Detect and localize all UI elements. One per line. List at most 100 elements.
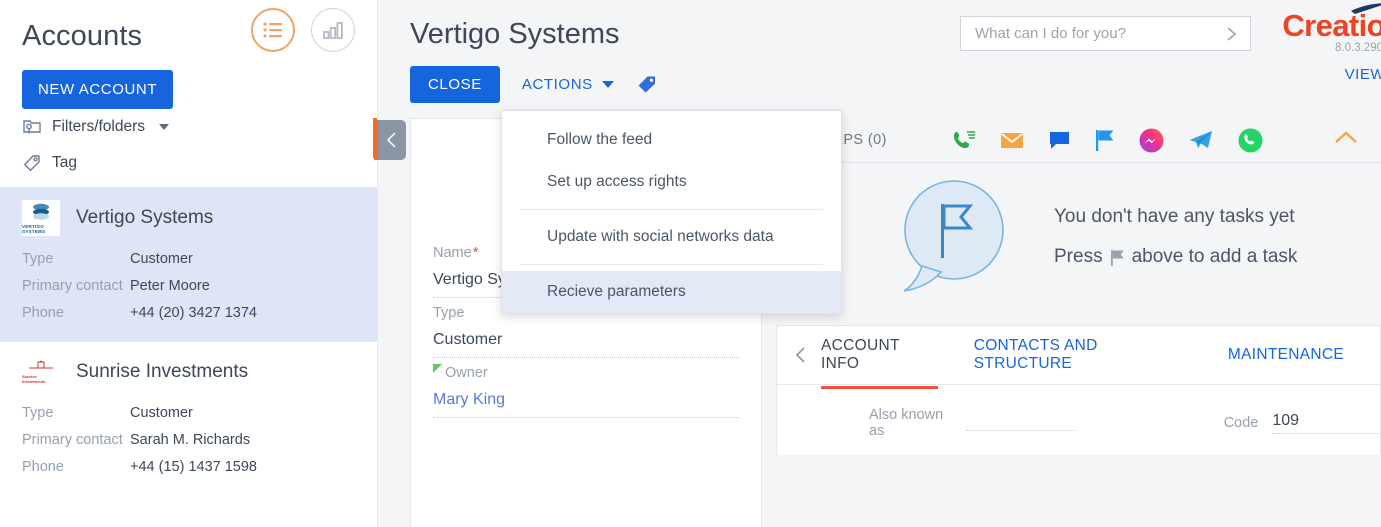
account-field-row: Phone +44 (20) 3427 1374: [22, 300, 355, 327]
accounts-sidebar: Accounts NEW ACCOUNT Filters/folders Tag…: [0, 0, 378, 527]
accounts-list: VERTIGO SYSTEMS Vertigo Systems Type Cus…: [0, 187, 377, 495]
list-view-toggle[interactable]: [251, 8, 295, 52]
brand-block: Creatio 8.0.3.290 VIEW: [1255, 3, 1381, 83]
form-field-owner: Owner Mary King: [433, 361, 739, 418]
field-value: Customer: [130, 405, 193, 421]
chevron-left-icon: [795, 347, 805, 363]
tag-icon: [24, 155, 40, 171]
menu-item-follow-the-feed[interactable]: Follow the feed: [502, 119, 841, 161]
account-name: Vertigo Systems: [76, 207, 214, 228]
empty-tasks-text: You don't have any tasks yet Press above…: [1054, 197, 1297, 277]
field-value: +44 (15) 1437 1598: [130, 459, 257, 475]
chevron-up-icon: [1335, 131, 1357, 143]
tag-record-button[interactable]: [636, 75, 657, 94]
tab-bar: ACCOUNT INFO CONTACTS AND STRUCTURE MAIN…: [777, 326, 1380, 389]
field-value: Customer: [130, 251, 193, 267]
field-label: Primary contact: [22, 432, 123, 448]
facebook-messenger-button[interactable]: [1139, 128, 1164, 153]
account-card-fields: Type Customer Primary contact Sarah M. R…: [22, 400, 355, 481]
list-item[interactable]: Sunrise Investments Sunrise Investments …: [0, 341, 377, 495]
field-value: Peter Moore: [130, 278, 210, 294]
actions-button[interactable]: ACTIONS: [522, 76, 614, 93]
field-label: Phone: [22, 459, 64, 475]
chevron-right-icon[interactable]: [1225, 24, 1238, 44]
speech-bubble-flag-illustration: [903, 180, 1004, 292]
field-label: Type: [22, 251, 54, 267]
add-task-flag-button[interactable]: [1095, 129, 1115, 151]
menu-divider: [520, 264, 823, 265]
field-label: Primary contact: [22, 278, 123, 294]
code-label: Code: [1223, 415, 1259, 431]
chart-view-toggle[interactable]: [311, 8, 355, 52]
email-icon: [1000, 132, 1024, 148]
phone-call-icon: [954, 131, 975, 148]
view-menu-label: VIEW: [1344, 66, 1381, 83]
sidebar-item-tag[interactable]: Tag: [22, 145, 377, 181]
steps-label: TEPS (0): [824, 132, 887, 148]
stacked-disks-icon: [33, 203, 49, 220]
tab-contacts-and-structure[interactable]: CONTACTS AND STRUCTURE: [974, 337, 1192, 389]
flag-icon: [1110, 249, 1124, 266]
empty-tasks-title: You don't have any tasks yet: [1054, 206, 1295, 227]
collapse-sidebar-handle[interactable]: [374, 120, 406, 160]
view-menu-link[interactable]: VIEW: [1255, 66, 1381, 83]
chart-view-icon: [323, 22, 343, 39]
chevron-down-icon: [159, 124, 170, 130]
sunrise-building-icon: [29, 360, 53, 369]
form-field-value[interactable]: Mary King: [433, 385, 739, 418]
whatsapp-icon: [1238, 128, 1263, 152]
menu-item-set-up-access-rights[interactable]: Set up access rights: [502, 161, 841, 203]
account-name: Sunrise Investments: [76, 361, 249, 382]
account-card-fields: Type Customer Primary contact Peter Moor…: [22, 246, 355, 327]
chevron-down-icon: [601, 81, 614, 88]
hint-before-text: Press: [1054, 246, 1103, 267]
field-label: Phone: [22, 305, 64, 321]
list-item[interactable]: VERTIGO SYSTEMS Vertigo Systems Type Cus…: [0, 187, 377, 341]
also-known-as-input[interactable]: [966, 429, 1076, 431]
creatio-swoosh-icon: [1351, 3, 1381, 14]
whatsapp-button[interactable]: [1238, 128, 1263, 153]
label-text: Type: [433, 305, 465, 321]
green-corner-marker-icon: [433, 363, 442, 373]
tab-account-info[interactable]: ACCOUNT INFO: [821, 337, 938, 389]
telegram-button[interactable]: [1188, 129, 1214, 151]
communication-icons: [952, 128, 1263, 153]
email-button[interactable]: [1000, 131, 1024, 150]
global-search[interactable]: [960, 16, 1251, 51]
chat-bubble-icon: [1050, 132, 1069, 149]
tab-maintenance[interactable]: MAINTENANCE: [1228, 346, 1344, 380]
account-card-header: Sunrise Investments Sunrise Investments: [22, 354, 355, 390]
right-column: TEPS (0) You don't have any tasks yet Pr…: [776, 118, 1381, 527]
creatio-app-window: Accounts NEW ACCOUNT Filters/folders Tag…: [0, 0, 1381, 527]
field-label: Type: [22, 405, 54, 421]
new-account-button[interactable]: NEW ACCOUNT: [22, 70, 174, 109]
vertigo-systems-logo-icon: VERTIGO SYSTEMS: [22, 200, 60, 236]
close-button[interactable]: CLOSE: [410, 66, 500, 103]
sunrise-investments-logo-icon: Sunrise Investments: [22, 354, 60, 390]
collapse-panel-button[interactable]: [1333, 130, 1359, 151]
record-header: Vertigo Systems CLOSE ACTIONS What can I…: [378, 0, 1381, 118]
account-field-row: Phone +44 (15) 1437 1598: [22, 454, 355, 481]
phone-call-button[interactable]: [952, 129, 976, 151]
form-field-value[interactable]: Customer: [433, 325, 739, 358]
tag-icon: [638, 76, 655, 93]
account-card-header: VERTIGO SYSTEMS Vertigo Systems: [22, 200, 355, 236]
account-info-card: ACCOUNT INFO CONTACTS AND STRUCTURE MAIN…: [776, 325, 1381, 455]
label-text: Name: [433, 245, 472, 261]
folder-filter-icon: [23, 120, 41, 134]
also-known-as-label: Also known as: [869, 407, 944, 439]
menu-item-recieve-parameters[interactable]: Recieve parameters: [502, 271, 841, 313]
required-asterisk: *: [472, 244, 479, 261]
label-text: Owner: [445, 365, 488, 381]
account-field-row: Primary contact Peter Moore: [22, 273, 355, 300]
chat-button[interactable]: [1048, 130, 1071, 150]
tabs-scroll-prev-button[interactable]: [795, 346, 807, 364]
code-value[interactable]: 109: [1272, 412, 1380, 434]
menu-item-update-with-social-networks-data[interactable]: Update with social networks data: [502, 216, 841, 258]
sidebar-item-label: Tag: [52, 154, 77, 171]
communication-panel: TEPS (0): [776, 118, 1381, 163]
account-field-row: Primary contact Sarah M. Richards: [22, 427, 355, 454]
sidebar-item-filters-folders[interactable]: Filters/folders: [22, 109, 377, 145]
search-input[interactable]: [973, 24, 1225, 43]
form-field-label: Owner: [433, 361, 739, 385]
